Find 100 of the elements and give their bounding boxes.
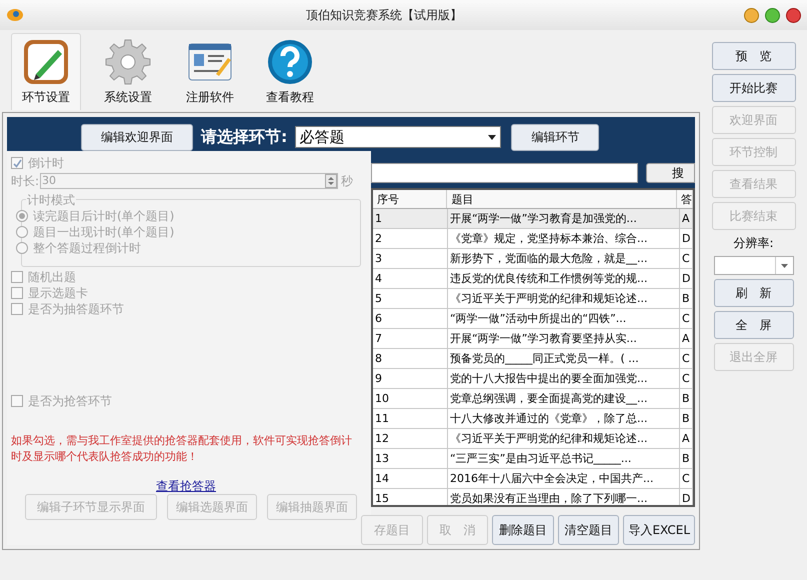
dropdown-caret-icon <box>780 264 788 268</box>
table-cell: C <box>680 249 693 268</box>
checkbox[interactable] <box>11 287 23 299</box>
table-cell: B <box>680 289 693 308</box>
checkbox[interactable] <box>11 395 23 407</box>
table-cell: 11 <box>373 409 448 428</box>
table-row[interactable]: 5 《习近平关于严明党的纪律和规矩论述... B <box>373 289 693 309</box>
table-action-button[interactable]: 删除题目 <box>492 515 554 545</box>
side-button[interactable]: 预 览 <box>712 42 796 70</box>
table-cell: 6 <box>373 309 448 328</box>
table-cell: C <box>680 369 693 388</box>
edit-welcome-button[interactable]: 编辑欢迎界面 <box>81 124 193 150</box>
checkbox-label: 倒计时 <box>28 155 64 172</box>
table-cell: 《习近平关于严明党的纪律和规矩论述... <box>448 289 680 308</box>
search-button[interactable]: 搜 <box>646 162 695 182</box>
checkbox[interactable] <box>11 271 23 283</box>
table-cell: B <box>680 409 693 428</box>
radio-button[interactable] <box>16 226 28 238</box>
table-cell: 2 <box>373 229 448 248</box>
table-cell: 新形势下，党面临的最大危险，就是__... <box>448 249 680 268</box>
table-cell: 2016年十八届六中全会决定，中国共产... <box>448 469 680 488</box>
pencil-icon <box>22 38 70 86</box>
side-button[interactable]: 全 屏 <box>714 311 794 339</box>
checkbox-label: 随机出题 <box>28 269 76 286</box>
table-cell: “三严三实”是由习近平总书记_____... <box>448 449 680 468</box>
table-row[interactable]: 11 十八大修改并通过的《党章》，除了总... B <box>373 409 693 429</box>
side-button[interactable]: 开始比赛 <box>712 74 796 102</box>
table-cell: 10 <box>373 389 448 408</box>
radio-label: 读完题目后计时(单个题目) <box>33 208 174 225</box>
table-cell: C <box>680 469 693 488</box>
checkbox-label: 是否为抽答题环节 <box>28 301 124 318</box>
view-buzzer-link[interactable]: 查看抢答器 <box>156 479 216 493</box>
table-cell: A <box>680 329 693 348</box>
table-row[interactable]: 6 “两学一做”活动中所提出的“四铁”... C <box>373 309 693 329</box>
toolbar-button[interactable]: 注册软件 <box>175 33 245 110</box>
table-cell: C <box>680 309 693 328</box>
column-header: 序号 <box>373 190 448 208</box>
table-cell: D <box>680 229 693 248</box>
table-row[interactable]: 14 2016年十八届六中全会决定，中国共产... C <box>373 469 693 489</box>
search-field[interactable] <box>371 162 638 182</box>
column-header: 答 <box>677 190 693 208</box>
checkbox[interactable] <box>11 303 23 315</box>
close-button[interactable] <box>786 8 801 22</box>
seconds-unit: 秒 <box>341 173 354 190</box>
table-cell: 1 <box>373 209 448 228</box>
table-cell: 党章总纲强调，要全面提高党的建设__... <box>448 389 680 408</box>
edit-round-button[interactable]: 编辑环节 <box>511 124 600 150</box>
toolbar-button[interactable]: 环节设置 <box>11 33 81 110</box>
table-cell: 《习近平关于严明党的纪律和规矩论述... <box>448 429 680 448</box>
table-cell: 15 <box>373 489 448 505</box>
table-cell: 14 <box>373 469 448 488</box>
table-cell: B <box>680 449 693 468</box>
table-cell: D <box>680 269 693 288</box>
maximize-button[interactable] <box>765 8 780 22</box>
table-cell: C <box>680 349 693 368</box>
toolbar-button[interactable]: 查看教程 <box>255 33 325 110</box>
resolution-select[interactable] <box>714 256 794 275</box>
radio-button[interactable] <box>16 242 28 254</box>
resolution-label: 分辨率: <box>733 235 774 252</box>
table-cell: “两学一做”活动中所提出的“四铁”... <box>448 309 680 328</box>
radio-label: 整个答题过程倒计时 <box>33 240 141 257</box>
table-action-button[interactable]: 导入EXCEL <box>623 515 696 545</box>
table-cell: 《党章》规定，党坚持标本兼治、综合... <box>448 229 680 248</box>
checkbox[interactable] <box>11 157 23 169</box>
table-cell: 12 <box>373 429 448 448</box>
table-row[interactable]: 10 党章总纲强调，要全面提高党的建设__... B <box>373 389 693 409</box>
table-cell: 3 <box>373 249 448 268</box>
table-row[interactable]: 12 《习近平关于严明党的纪律和规矩论述... A <box>373 429 693 449</box>
table-cell: 13 <box>373 449 448 468</box>
radio-label: 题目一出现计时(单个题目) <box>33 224 174 241</box>
table-cell: 7 <box>373 329 448 348</box>
table-cell: 8 <box>373 349 448 368</box>
table-row[interactable]: 1 开展“两学一做”学习教育是加强党的... A <box>373 209 693 229</box>
buzzer-note: 如果勾选，需与我工作室提供的抢答器配套使用，软件可实现抢答倒计时及显示哪个代表队抢答成功的功能！ <box>11 433 353 465</box>
table-row[interactable]: 2 《党章》规定，党坚持标本兼治、综合... D <box>373 229 693 249</box>
table-cell: 4 <box>373 269 448 288</box>
dropdown-caret-icon <box>488 134 496 140</box>
table-cell: D <box>680 489 693 505</box>
toolbar-button[interactable]: 系统设置 <box>93 33 163 110</box>
table-cell: 党的十八大报告中提出的要全面加强党... <box>448 369 680 388</box>
minimize-button[interactable] <box>744 8 759 22</box>
table-cell: 开展“两学一做”学习教育是加强党的... <box>448 209 680 228</box>
table-cell: 5 <box>373 289 448 308</box>
table-cell: 9 <box>373 369 448 388</box>
table-row[interactable]: 15 党员如果没有正当理由，除了下列哪一... D <box>373 489 693 505</box>
round-select[interactable]: 必答题 <box>295 126 502 148</box>
table-row[interactable]: 4 违反党的优良传统和工作惯例等党的规... D <box>373 269 693 289</box>
table-cell: A <box>680 209 693 228</box>
table-row[interactable]: 9 党的十八大报告中提出的要全面加强党... C <box>373 369 693 389</box>
duration-label: 时长: <box>11 173 40 190</box>
app-logo-icon <box>6 8 24 22</box>
table-action-button[interactable]: 清空题目 <box>558 515 620 545</box>
table-row[interactable]: 3 新形势下，党面临的最大危险，就是__... C <box>373 249 693 269</box>
radio-button[interactable] <box>16 210 28 222</box>
table-cell: A <box>680 429 693 448</box>
table-row[interactable]: 7 开展“两学一做”学习教育要坚持从实... A <box>373 329 693 349</box>
side-button[interactable]: 刷 新 <box>714 279 794 307</box>
table-row[interactable]: 8 预备党员的_____同正式党员一样。( ... C <box>373 349 693 369</box>
table-cell: 十八大修改并通过的《党章》，除了总... <box>448 409 680 428</box>
table-row[interactable]: 13 “三严三实”是由习近平总书记_____... B <box>373 449 693 469</box>
